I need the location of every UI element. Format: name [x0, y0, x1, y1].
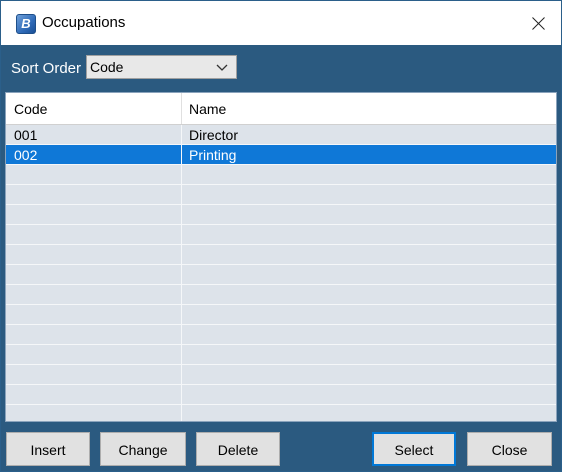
occupations-window: B Occupations Sort Order Code Code Name … [0, 0, 562, 472]
column-divider [181, 345, 182, 364]
empty-table-row [6, 365, 556, 385]
empty-table-row [6, 285, 556, 305]
column-divider [181, 385, 182, 404]
close-icon[interactable] [517, 9, 561, 39]
empty-table-row [6, 305, 556, 325]
column-divider [181, 125, 182, 144]
column-divider [181, 165, 182, 184]
column-divider [181, 305, 182, 324]
insert-button[interactable]: Insert [6, 432, 90, 466]
title-bar[interactable]: B Occupations [1, 1, 561, 45]
column-divider [181, 145, 182, 164]
empty-table-row [6, 325, 556, 345]
empty-table-row [6, 345, 556, 365]
app-logo-icon: B [16, 14, 36, 34]
chevron-down-icon [216, 64, 228, 71]
cell-code: 001 [14, 127, 38, 143]
change-button[interactable]: Change [100, 432, 186, 466]
column-divider [181, 185, 182, 204]
empty-table-row [6, 165, 556, 185]
close-button[interactable]: Close [467, 432, 552, 466]
sort-order-value: Code [90, 59, 124, 75]
empty-table-row [6, 405, 556, 421]
column-divider [181, 365, 182, 384]
column-divider [181, 285, 182, 304]
column-divider [181, 265, 182, 284]
column-divider [181, 405, 182, 421]
table-row[interactable]: 001 Director [6, 125, 556, 145]
column-header-code[interactable]: Code [14, 101, 47, 117]
empty-table-row [6, 185, 556, 205]
cell-name: Printing [189, 147, 237, 163]
empty-table-row [6, 385, 556, 405]
empty-table-row [6, 245, 556, 265]
column-header-name[interactable]: Name [189, 101, 226, 117]
occupations-table[interactable]: Code Name 001 Director 002 Printing [5, 92, 557, 422]
column-divider [181, 205, 182, 224]
table-body: 001 Director 002 Printing [6, 125, 556, 421]
select-button[interactable]: Select [372, 432, 456, 466]
table-row[interactable]: 002 Printing [6, 145, 556, 165]
window-title: Occupations [42, 14, 126, 31]
column-divider [181, 245, 182, 264]
column-divider [181, 93, 182, 124]
cell-code: 002 [14, 147, 38, 163]
cell-name: Director [189, 127, 239, 143]
sort-order-select[interactable]: Code [86, 55, 237, 79]
delete-button[interactable]: Delete [196, 432, 280, 466]
column-divider [181, 325, 182, 344]
empty-table-row [6, 225, 556, 245]
column-divider [181, 225, 182, 244]
empty-table-row [6, 205, 556, 225]
table-header: Code Name [6, 93, 556, 125]
empty-table-row [6, 265, 556, 285]
sort-order-label: Sort Order [11, 60, 82, 77]
